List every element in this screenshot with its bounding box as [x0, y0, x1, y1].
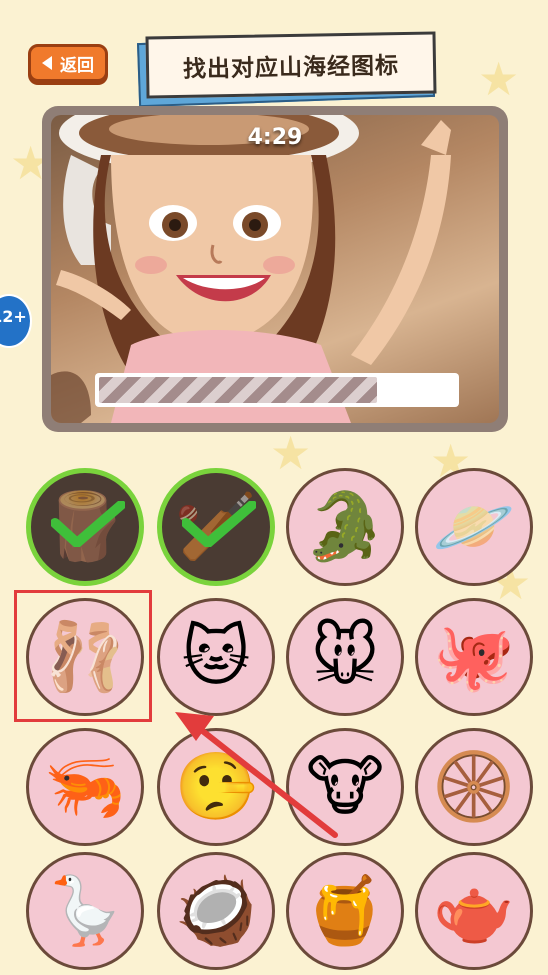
- cat-icon: 🐱: [181, 618, 251, 695]
- cow-icon: 🐮: [305, 748, 385, 825]
- mouse-icon: 🐭: [310, 618, 380, 695]
- honey-jar-icon: 🍯: [303, 872, 387, 949]
- left-arrow-icon: [42, 56, 52, 70]
- icon-cell-octopus[interactable]: 🐙: [415, 598, 533, 716]
- icon-cell-lying-face[interactable]: 🤥: [157, 728, 275, 846]
- icon-cell-teapot[interactable]: 🫖: [415, 852, 533, 970]
- icon-cell-honey-jar[interactable]: 🍯: [286, 852, 404, 970]
- octopus-icon: 🐙: [432, 618, 516, 695]
- countdown-timer: 4:29: [247, 125, 303, 150]
- checkmark-icon: [182, 501, 256, 547]
- background-star: ★: [478, 52, 520, 106]
- teapot-icon: 🫖: [432, 872, 516, 949]
- title-banner: 找出对应山海经图标: [136, 31, 442, 108]
- icon-cell-crocodile[interactable]: 🐊: [286, 468, 404, 586]
- back-button-label: 返回: [60, 55, 94, 76]
- tire-icon: 🛞: [432, 748, 516, 825]
- icon-cell-planet[interactable]: 🪐: [415, 468, 533, 586]
- goose-icon: 🪿: [43, 872, 127, 949]
- checkmark-icon: [51, 501, 125, 547]
- back-button[interactable]: 返回: [28, 44, 108, 82]
- icon-cell-mouse[interactable]: 🐭: [286, 598, 404, 716]
- scene-image: 4:29: [51, 115, 499, 423]
- coconut-icon: 🥥: [174, 872, 258, 949]
- icon-cell-goose[interactable]: 🪿: [26, 852, 144, 970]
- icon-cell-log[interactable]: 🪵: [26, 468, 144, 586]
- target-highlight-box: [14, 590, 152, 722]
- progress-bar: [95, 373, 459, 407]
- progress-bar-fill: [99, 377, 377, 403]
- icon-cell-baseball-bat[interactable]: 🏏: [157, 468, 275, 586]
- lying-face-icon: 🤥: [174, 748, 258, 825]
- shrimp-icon: 🦐: [43, 748, 127, 825]
- picture-frame: 4:29: [42, 106, 508, 432]
- icon-cell-coconut[interactable]: 🥥: [157, 852, 275, 970]
- icon-cell-shrimp[interactable]: 🦐: [26, 728, 144, 846]
- page-title: 找出对应山海经图标: [145, 31, 437, 99]
- planet-icon: 🪐: [432, 488, 516, 565]
- icon-cell-tire[interactable]: 🛞: [415, 728, 533, 846]
- crocodile-icon: 🐊: [303, 488, 387, 565]
- age-rating-badge: 12+: [0, 294, 32, 348]
- icon-cell-cow[interactable]: 🐮: [286, 728, 404, 846]
- icon-cell-cat[interactable]: 🐱: [157, 598, 275, 716]
